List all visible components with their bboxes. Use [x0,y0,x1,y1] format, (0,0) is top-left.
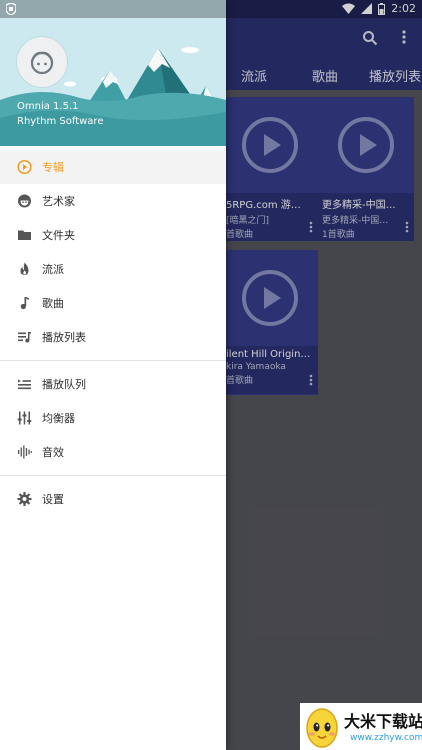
avatar[interactable] [17,37,67,87]
menu-item-songs[interactable]: 歌曲 [0,286,226,320]
menu-item-artists[interactable]: 艺术家 [0,184,226,218]
drawer-status-overlay [0,0,226,18]
menu-item-albums[interactable]: 专辑 [0,150,226,184]
music-note-icon [17,296,32,311]
gear-icon [17,492,32,507]
navigation-drawer: Omnia 1.5.1 Rhythm Software 专辑 艺术家 文件夹 流… [0,0,226,750]
menu-item-label: 流派 [42,263,64,276]
watermark-badge: 大米下载站 www.zzhyw.com [300,703,422,750]
sound-wave-icon [17,445,32,460]
menu-item-label: 专辑 [42,161,64,174]
menu-item-label: 歌曲 [42,297,64,310]
watermark-url: www.zzhyw.com [350,733,422,743]
app-vendor: Rhythm Software [17,116,104,127]
drawer-menu: 专辑 艺术家 文件夹 流派 歌曲 播放列表 播放队列 均衡器 音效 设置 [0,150,226,516]
menu-item-settings[interactable]: 设置 [0,482,226,516]
menu-divider [0,475,226,476]
menu-item-equalizer[interactable]: 均衡器 [0,401,226,435]
menu-item-label: 设置 [42,493,64,506]
menu-item-label: 文件夹 [42,229,75,242]
menu-divider [0,360,226,361]
menu-item-label: 播放列表 [42,331,86,344]
menu-item-queue[interactable]: 播放队列 [0,367,226,401]
menu-item-playlists[interactable]: 播放列表 [0,320,226,354]
menu-item-folders[interactable]: 文件夹 [0,218,226,252]
album-icon [17,159,32,175]
menu-item-label: 艺术家 [42,195,75,208]
watermark-title: 大米下载站 [344,712,422,731]
artist-icon [17,194,32,209]
menu-item-label: 播放队列 [42,378,86,391]
menu-item-effects[interactable]: 音效 [0,435,226,469]
app-name: Omnia 1.5.1 [17,101,79,112]
equalizer-icon [17,411,32,426]
shield-icon [6,3,16,15]
menu-item-label: 均衡器 [42,412,75,425]
rice-mascot-logo [306,708,338,748]
folder-icon [17,228,32,243]
playlist-icon [17,330,32,345]
menu-item-label: 音效 [42,446,64,459]
genre-flame-icon [17,262,32,277]
queue-icon [17,377,32,392]
menu-item-genres[interactable]: 流派 [0,252,226,286]
drawer-header: Omnia 1.5.1 Rhythm Software [0,0,226,146]
face-icon [30,51,54,75]
